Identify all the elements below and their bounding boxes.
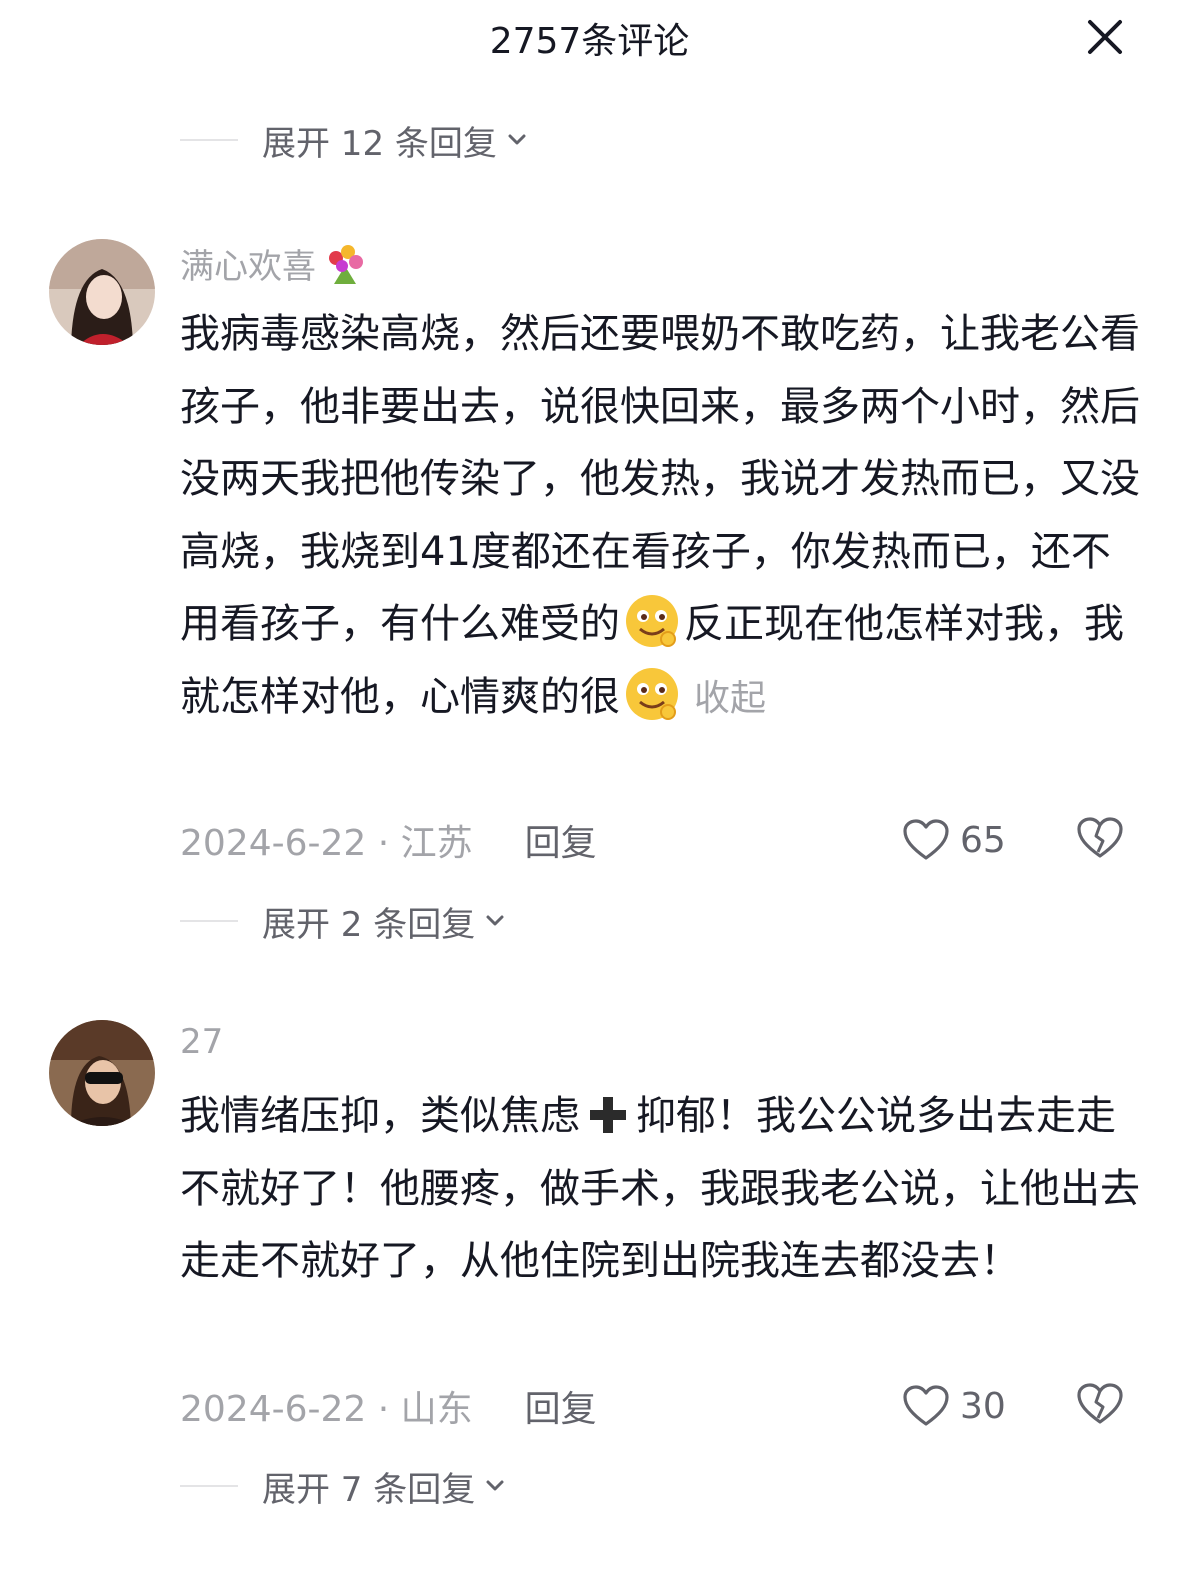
expand-replies-button[interactable]: 展开 2 条回复 [180, 896, 507, 946]
comment-count-title: 2757条评论 [489, 21, 690, 62]
expand-divider [180, 920, 238, 922]
like-button[interactable]: 30 [902, 1384, 1006, 1428]
comment-meta: 2024-6-22 · 江苏 回复 65 [180, 812, 1130, 868]
collapse-link[interactable]: 收起 [694, 678, 766, 719]
comment-date-location: 2024-6-22 · 江苏 [180, 823, 473, 864]
dislike-button[interactable] [1076, 1382, 1124, 1430]
comment-username[interactable]: 27 [180, 1022, 223, 1062]
chevron-down-icon [486, 1480, 504, 1491]
broken-heart-icon [1077, 1383, 1123, 1424]
comments-panel: 2757条评论 展开 12 条回复 满心欢喜 我病毒感染高烧，然后还要喂奶不敢吃… [0, 0, 1179, 1572]
like-button[interactable]: 65 [902, 818, 1006, 862]
like-count: 30 [960, 1385, 1006, 1427]
dislike-button[interactable] [1076, 816, 1124, 864]
plus-icon [590, 1097, 626, 1133]
avatar[interactable] [49, 1020, 155, 1126]
expand-divider [180, 139, 238, 141]
close-icon [1088, 20, 1122, 54]
bouquet-icon [329, 245, 363, 284]
close-button[interactable] [1082, 14, 1128, 60]
heart-icon [903, 819, 949, 860]
username-label: 满心欢喜 [180, 246, 316, 287]
comment-text: 我病毒感染高烧，然后还要喂奶不敢吃药，让我老公看孩子，他非要出去，说很快回来，最… [180, 298, 1140, 735]
expand-replies-button[interactable]: 展开 7 条回复 [180, 1461, 507, 1511]
comment-text: 我情绪压抑，类似焦虑 抑郁！我公公说多出去走走不就好了！他腰疼，做手术，我跟我老公… [180, 1080, 1140, 1298]
expand-replies-label: 展开 12 条回复 [262, 123, 497, 164]
reply-button[interactable]: 回复 [525, 1380, 597, 1432]
avatar[interactable] [49, 239, 155, 345]
like-count: 65 [960, 819, 1006, 861]
comment-meta: 2024-6-22 · 山东 回复 30 [180, 1378, 1130, 1434]
username-label: 27 [180, 1022, 224, 1062]
expand-replies-button[interactable]: 展开 12 条回复 [180, 115, 529, 165]
smirk-emoji-icon [626, 667, 678, 720]
comment-text-part: 我情绪压抑，类似焦虑 [180, 1093, 580, 1139]
heart-icon [903, 1385, 949, 1426]
expand-replies-label: 展开 2 条回复 [262, 904, 476, 945]
comment-username[interactable]: 满心欢喜 [180, 238, 370, 288]
chevron-down-icon [486, 915, 504, 926]
expand-replies-label: 展开 7 条回复 [262, 1469, 476, 1510]
expand-divider [180, 1485, 238, 1487]
smirk-emoji-icon [626, 595, 678, 647]
chevron-down-icon [508, 134, 526, 145]
comment-date-location: 2024-6-22 · 山东 [180, 1389, 473, 1430]
broken-heart-icon [1077, 817, 1123, 858]
reply-button[interactable]: 回复 [525, 814, 597, 866]
